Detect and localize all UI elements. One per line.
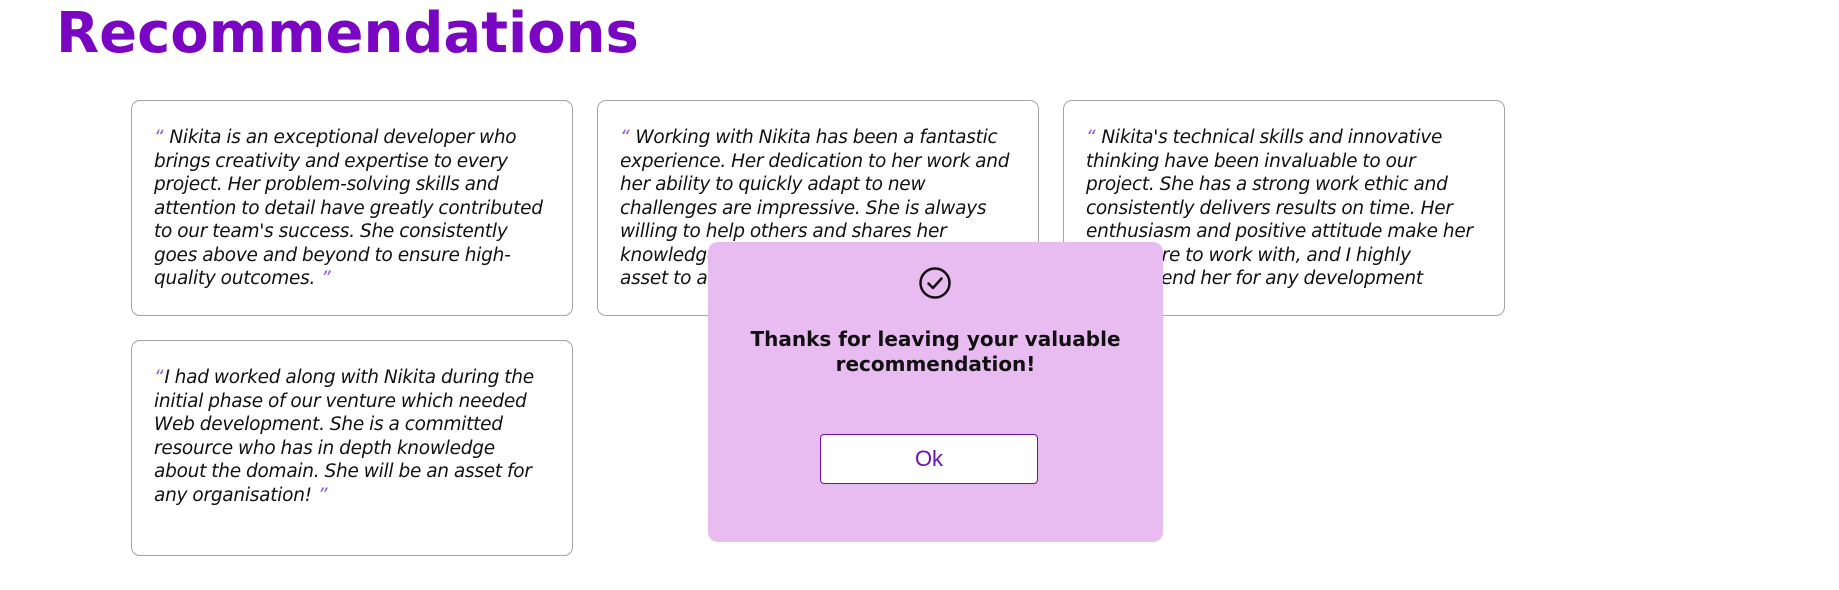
close-quote-icon: ” [317,484,328,506]
recommendation-card: “I had worked along with Nikita during t… [131,340,573,556]
ok-button[interactable]: Ok [820,434,1038,484]
open-quote-icon: “ [1086,127,1096,148]
recommendation-card: “Nikita is an exceptional developer who … [131,100,573,316]
open-quote-icon: “ [154,127,164,148]
open-quote-icon: “ [620,127,630,148]
success-modal: Thanks for leaving your valuable recomme… [708,242,1163,542]
recommendation-text-wrapper: “I had worked along with Nikita during t… [154,366,550,507]
recommendation-text: I had worked along with Nikita during th… [154,367,534,506]
modal-message: Thanks for leaving your valuable recomme… [750,327,1121,376]
close-quote-icon: ” [321,268,331,289]
check-circle-icon [919,267,951,299]
recommendation-text: Nikita is an exceptional developer who b… [154,127,543,289]
open-quote-icon: “ [154,367,164,388]
recommendation-text-wrapper: “Nikita is an exceptional developer who … [154,126,550,291]
page-title: Recommendations [56,1,639,66]
